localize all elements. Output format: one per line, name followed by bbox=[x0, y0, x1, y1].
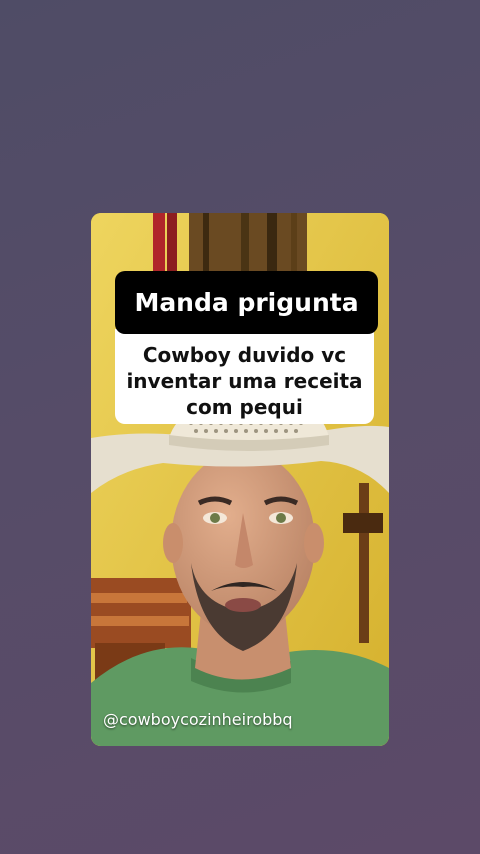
question-sticker-body: Cowboy duvido vc inventar uma receita co… bbox=[115, 329, 374, 424]
question-sticker-header: Manda prigunta bbox=[115, 271, 378, 334]
question-header-text: Manda prigunta bbox=[134, 288, 359, 317]
question-text: Cowboy duvido vc inventar uma receita co… bbox=[126, 342, 363, 419]
creator-handle[interactable]: @cowboycozinheirobbq bbox=[103, 710, 293, 729]
story-card[interactable]: Cowboy duvido vc inventar uma receita co… bbox=[91, 213, 389, 746]
